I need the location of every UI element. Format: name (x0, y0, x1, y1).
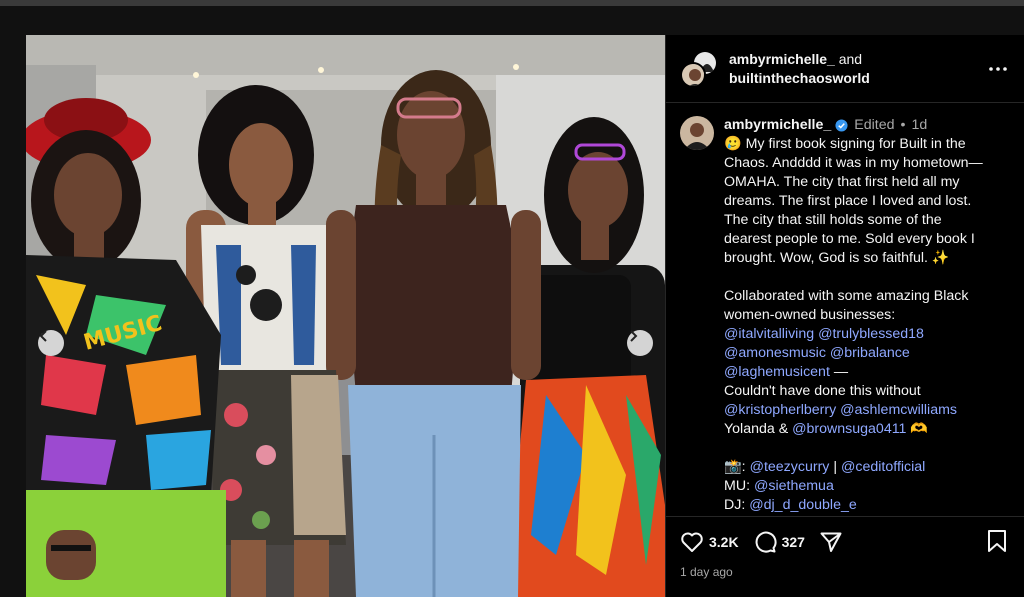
share-icon (820, 532, 842, 552)
mention-link[interactable]: @dj_d_double_e (749, 497, 857, 513)
mua-credit-label: MU: (724, 478, 751, 494)
mention-link[interactable]: @brownsuga0411 (792, 421, 906, 437)
caption-text-yolanda: Yolanda & (724, 421, 789, 437)
photo-illustration: MUSIC (26, 35, 665, 597)
mention-link[interactable]: @ceditofficial (841, 459, 925, 475)
post-time[interactable]: 1 day ago (680, 565, 1011, 579)
verified-badge-icon (835, 119, 848, 132)
collab-usernames: ambyrmichelle_ and builtinthechaosworld (729, 50, 870, 88)
caption-line: The city that still holds some of the (724, 212, 942, 228)
save-button[interactable] (987, 529, 1007, 558)
next-photo-button[interactable] (627, 330, 653, 356)
post-header: ambyrmichelle_ and builtinthechaosworld (666, 35, 1024, 103)
mention-link[interactable]: @bribalance (830, 345, 910, 361)
post-modal: MUSIC ambyrmichelle_ and builtinthechaos… (26, 35, 1024, 597)
caption-line: Couldn't have done this without (724, 383, 921, 399)
em-dash: — (833, 364, 849, 380)
caption-username[interactable]: ambyrmichelle_ (724, 116, 831, 135)
caption-scroll-area[interactable]: ambyrmichelle_ Edited • 1d 🥲 My first bo… (666, 104, 1024, 516)
previous-photo-button[interactable] (38, 330, 64, 356)
caption-line: women-owned businesses: (724, 307, 896, 323)
meta-separator: • (900, 117, 906, 133)
heart-icon (681, 532, 703, 552)
caption-line: dreams. The first place I loved and lost… (724, 193, 972, 209)
mention-link[interactable]: @trulyblessed18 (818, 326, 924, 342)
chevron-left-icon (39, 330, 47, 342)
like-count[interactable]: 3.2K (709, 534, 739, 550)
comment-icon (755, 531, 777, 553)
post-side-panel: ambyrmichelle_ and builtinthechaosworld … (665, 35, 1024, 597)
avatar-ambyrmichelle[interactable] (680, 61, 706, 88)
post-photo[interactable]: MUSIC (26, 35, 665, 597)
caption-line: Chaos. Andddd it was in my hometown— (724, 155, 983, 171)
share-button[interactable] (819, 530, 843, 554)
chevron-right-icon (630, 330, 638, 342)
comment-count[interactable]: 327 (782, 534, 805, 550)
mention-link[interactable]: @italvitalliving (724, 326, 814, 342)
header-username-2[interactable]: builtinthechaosworld (729, 70, 870, 86)
pipe-separator: | (833, 459, 838, 475)
comment-button[interactable]: 327 (753, 530, 805, 554)
header-username-1[interactable]: ambyrmichelle_ (729, 51, 835, 67)
mention-link[interactable]: @kristopherlberry (724, 402, 836, 418)
header-joiner: and (838, 50, 863, 67)
mention-link[interactable]: @ashlemcwilliams (840, 402, 957, 418)
more-options-button[interactable] (986, 57, 1010, 81)
bookmark-icon (988, 530, 1006, 552)
collab-avatars[interactable] (680, 49, 718, 88)
mention-link[interactable]: @teezycurry (750, 459, 830, 475)
caption-line: 🥲 My first book signing for Built in the (724, 136, 966, 152)
edited-label: Edited (854, 117, 895, 133)
caption-avatar[interactable] (680, 116, 714, 150)
mention-link[interactable]: @siethemua (754, 478, 834, 494)
camera-credit-label: 📸: (724, 459, 746, 475)
caption-line: brought. Wow, God is so faithful. ✨ (724, 250, 950, 266)
more-icon (989, 67, 1007, 71)
caption-line: OMAHA. The city that first held all my (724, 174, 960, 190)
like-button[interactable]: 3.2K (680, 531, 739, 553)
post-age[interactable]: 1d (911, 116, 927, 135)
caption: ambyrmichelle_ Edited • 1d 🥲 My first bo… (680, 116, 1011, 515)
dj-credit-label: DJ: (724, 497, 746, 513)
caption-line: dearest people to me. Sold every book I (724, 231, 975, 247)
mention-link[interactable]: @amonesmusic (724, 345, 826, 361)
post-actions: 3.2K 327 1 day ago (666, 516, 1024, 597)
caption-text: 🥲 My first book signing for Built in the… (724, 135, 1011, 515)
caption-line: Collaborated with some amazing Black (724, 288, 969, 304)
mention-link[interactable]: @laghemusicent (724, 364, 830, 380)
hands-emoji: 🫶 (910, 421, 929, 437)
